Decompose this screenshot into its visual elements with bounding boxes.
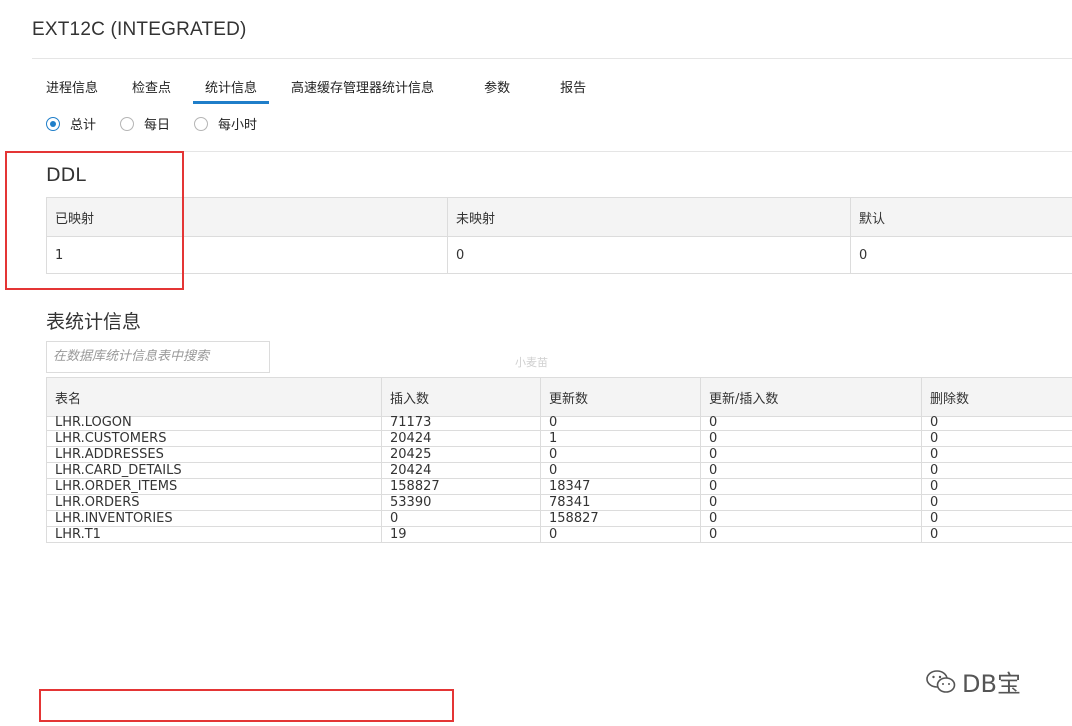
cell-inserts: 158827 xyxy=(381,478,541,495)
table-cell: 0 xyxy=(850,236,1072,274)
ddl-table: 已映射 未映射 默认 1 0 0 xyxy=(46,197,1072,274)
table-stats-section-title: 表统计信息 xyxy=(46,311,142,333)
radio-checked-icon xyxy=(46,116,60,131)
tab-process-info[interactable]: 进程信息 xyxy=(34,78,110,104)
cell-deletes: 0 xyxy=(921,478,1072,495)
cell-updates: 0 xyxy=(540,416,701,431)
radio-label: 每小时 xyxy=(218,118,258,133)
cell-table-name: LHR.ORDERS xyxy=(46,494,382,511)
table-row[interactable]: LHR.CUSTOMERS 20424 1 0 0 xyxy=(46,430,1072,447)
cell-updates: 0 xyxy=(540,526,701,543)
cell-table-name: LHR.T1 xyxy=(46,526,382,543)
table-row[interactable]: LHR.ORDER_ITEMS 158827 18347 0 0 xyxy=(46,478,1072,495)
tab-statistics[interactable]: 统计信息 xyxy=(193,78,270,104)
table-row[interactable]: LHR.CARD_DETAILS 20424 0 0 0 xyxy=(46,462,1072,479)
divider xyxy=(32,151,1072,152)
cell-inserts: 20425 xyxy=(381,446,541,463)
tab-checkpoint[interactable]: 检查点 xyxy=(120,78,183,104)
page-title: EXT12C (INTEGRATED) xyxy=(32,19,247,40)
cell-table-name: LHR.CARD_DETAILS xyxy=(46,462,382,479)
cell-deletes: 0 xyxy=(921,526,1072,543)
watermark-text: 小麦苗 xyxy=(515,356,548,369)
cell-updates: 0 xyxy=(540,446,701,463)
radio-label: 总计 xyxy=(70,118,97,133)
radio-unchecked-icon xyxy=(194,116,209,131)
table-header-row: 表名 插入数 更新数 更新/插入数 删除数 xyxy=(46,377,1072,417)
table-stats-container: 表名 插入数 更新数 更新/插入数 删除数 OGG.GG_HEARTBEAT_S… xyxy=(46,377,1072,726)
radio-hourly[interactable]: 每小时 xyxy=(194,114,257,133)
column-header-deletes[interactable]: 删除数 xyxy=(921,377,1072,417)
table-stats-header: 表名 插入数 更新数 更新/插入数 删除数 xyxy=(46,377,1072,417)
column-header-unmapped: 未映射 xyxy=(447,197,851,237)
cell-table-name: LHR.LOGON xyxy=(46,416,382,431)
table-row: 1 0 0 xyxy=(46,236,1072,274)
cell-upserts: 0 xyxy=(700,510,922,527)
cell-updates: 0 xyxy=(540,462,701,479)
cell-upserts: 0 xyxy=(700,430,922,447)
radio-total[interactable]: 总计 xyxy=(46,114,96,133)
period-radio-group: 总计 每日 每小时 xyxy=(46,114,281,133)
cell-table-name: LHR.ORDER_ITEMS xyxy=(46,478,382,495)
ddl-section-title: DDL xyxy=(46,164,86,186)
cell-deletes: 0 xyxy=(921,430,1072,447)
wechat-icon xyxy=(926,669,956,693)
tab-report[interactable]: 报告 xyxy=(548,78,598,104)
cell-upserts: 0 xyxy=(700,478,922,495)
table-cell: 0 xyxy=(447,236,851,274)
cell-upserts: 0 xyxy=(700,446,922,463)
column-header-upserts[interactable]: 更新/插入数 xyxy=(700,377,922,417)
radio-unchecked-icon xyxy=(120,116,135,131)
table-stats-search-input[interactable]: 在数据库统计信息表中搜索 xyxy=(46,341,270,373)
cell-upserts: 0 xyxy=(700,494,922,511)
cell-deletes: 0 xyxy=(921,446,1072,463)
radio-label: 每日 xyxy=(144,118,171,133)
cell-table-name: LHR.INVENTORIES xyxy=(46,510,382,527)
cell-deletes: 0 xyxy=(921,494,1072,511)
cell-inserts: 71173 xyxy=(381,416,541,431)
tab-parameters[interactable]: 参数 xyxy=(472,78,522,104)
goldengate-statistics-page: EXT12C (INTEGRATED) 进程信息 检查点 统计信息 高速缓存管理… xyxy=(0,0,1072,726)
cell-inserts: 20424 xyxy=(381,430,541,447)
column-header-mapped: 已映射 xyxy=(46,197,448,237)
table-row[interactable]: LHR.ORDERS 53390 78341 0 0 xyxy=(46,494,1072,511)
cell-inserts: 19 xyxy=(381,526,541,543)
cell-updates: 1 xyxy=(540,430,701,447)
column-header-table-name[interactable]: 表名 xyxy=(46,377,382,417)
cell-table-name: LHR.CUSTOMERS xyxy=(46,430,382,447)
table-row[interactable]: LHR.LOGON 71173 0 0 0 xyxy=(46,416,1072,431)
cell-updates: 158827 xyxy=(540,510,701,527)
cell-deletes: 0 xyxy=(921,462,1072,479)
tab-bar: 进程信息 检查点 统计信息 高速缓存管理器统计信息 参数 报告 xyxy=(34,78,598,108)
table-row[interactable]: LHR.ADDRESSES 20425 0 0 0 xyxy=(46,446,1072,463)
column-header-updates[interactable]: 更新数 xyxy=(540,377,701,417)
cell-upserts: 0 xyxy=(700,416,922,431)
cell-inserts: 0 xyxy=(381,510,541,527)
brand-text: DB宝 xyxy=(962,670,1021,698)
cell-updates: 78341 xyxy=(540,494,701,511)
brand-watermark: DB宝 xyxy=(926,664,1021,699)
cell-deletes: 0 xyxy=(921,510,1072,527)
cell-inserts: 20424 xyxy=(381,462,541,479)
radio-daily[interactable]: 每日 xyxy=(120,114,170,133)
tab-cache-manager-stats[interactable]: 高速缓存管理器统计信息 xyxy=(279,78,446,104)
cell-updates: 18347 xyxy=(540,478,701,495)
column-header-default: 默认 xyxy=(850,197,1072,237)
table-row[interactable]: LHR.T1 19 0 0 0 xyxy=(46,526,1072,543)
cell-inserts: 53390 xyxy=(381,494,541,511)
table-stats-scroll-area[interactable]: OGG.GG_HEARTBEAT_SEED010500LHR.LOGON7117… xyxy=(46,416,1072,726)
cell-deletes: 0 xyxy=(921,416,1072,431)
divider xyxy=(32,58,1072,59)
table-header-row: 已映射 未映射 默认 xyxy=(46,197,1072,237)
table-row[interactable]: LHR.INVENTORIES 0 158827 0 0 xyxy=(46,510,1072,527)
table-stats-body: OGG.GG_HEARTBEAT_SEED010500LHR.LOGON7117… xyxy=(46,416,1072,543)
column-header-inserts[interactable]: 插入数 xyxy=(381,377,541,417)
cell-upserts: 0 xyxy=(700,526,922,543)
table-cell: 1 xyxy=(46,236,448,274)
cell-table-name: LHR.ADDRESSES xyxy=(46,446,382,463)
cell-upserts: 0 xyxy=(700,462,922,479)
